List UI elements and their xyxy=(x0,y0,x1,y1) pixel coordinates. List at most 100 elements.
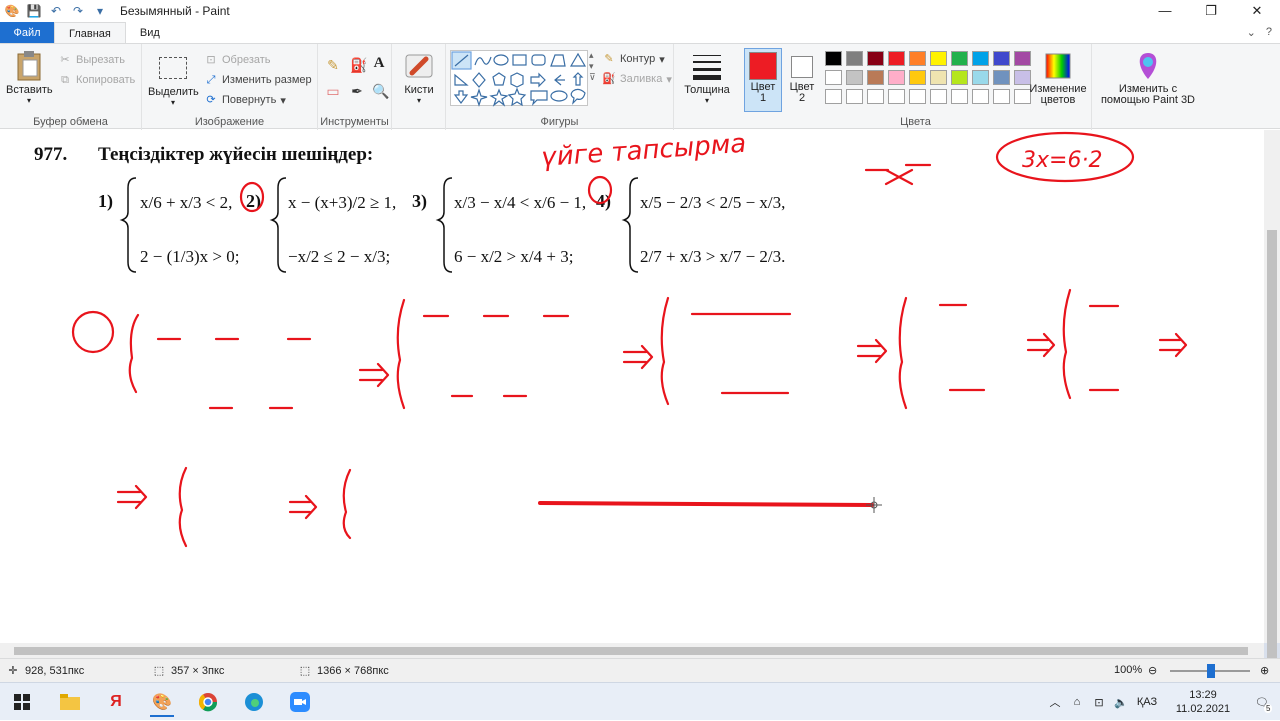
brush-icon xyxy=(403,50,435,82)
system-tray: ︿ ⌂ ⊡ 🔈 ҚАЗ 13:29 11.02.2021 🗨 5 xyxy=(1044,683,1280,721)
tab-file[interactable]: Файл xyxy=(0,22,54,44)
selection-size: ⬚ 357 × 3пкс xyxy=(152,664,225,678)
magnifier-icon[interactable]: 🔍 xyxy=(372,84,389,98)
drawing-canvas[interactable]: 977. Теңсіздіктер жүйесін шешіңдер: 1) 2… xyxy=(0,130,1264,643)
shapes-gallery-icons xyxy=(451,51,587,107)
horizontal-scrollbar[interactable] xyxy=(0,643,1264,658)
clock[interactable]: 13:29 11.02.2021 xyxy=(1162,688,1244,716)
color2-label: Цвет 2 xyxy=(789,81,815,104)
palette-swatch[interactable] xyxy=(951,51,968,66)
network-icon[interactable]: ⊡ xyxy=(1088,696,1110,709)
vertical-scroll-thumb[interactable] xyxy=(1267,230,1277,690)
volume-icon[interactable]: 🔈 xyxy=(1110,696,1132,709)
palette-swatch[interactable] xyxy=(825,89,842,104)
show-hidden-icons-icon[interactable]: ︿ xyxy=(1044,694,1066,710)
zoom-out-icon[interactable]: ⊖ xyxy=(1148,664,1157,677)
palette-swatch[interactable] xyxy=(972,70,989,85)
edge-icon[interactable] xyxy=(234,687,274,717)
palette-swatch[interactable] xyxy=(993,89,1010,104)
palette-swatch[interactable] xyxy=(993,51,1010,66)
outline-button[interactable]: ✎ Контур ▾ xyxy=(602,52,664,66)
fill-button[interactable]: ⛽ Заливка ▾ xyxy=(602,72,672,86)
palette-swatch[interactable] xyxy=(846,51,863,66)
zoom-slider-thumb[interactable] xyxy=(1207,664,1215,678)
palette-swatch[interactable] xyxy=(825,70,842,85)
select-button[interactable]: Выделить ▾ xyxy=(148,52,199,107)
palette-swatch[interactable] xyxy=(909,89,926,104)
help-icon[interactable]: ? xyxy=(1266,26,1272,39)
text-tool-icon[interactable]: A xyxy=(372,56,386,71)
quick-access-toolbar: 🎨 💾 ↶ ↷ ▾ xyxy=(0,3,108,19)
save-icon[interactable]: 💾 xyxy=(26,3,42,19)
customize-qa-icon[interactable]: ▾ xyxy=(92,3,108,19)
paste-button[interactable]: Вставить ▾ xyxy=(6,50,53,105)
edit-colors-button[interactable]: Изменение цветов xyxy=(1028,50,1088,106)
pencil-icon[interactable]: ✎ xyxy=(326,58,340,72)
palette-swatch[interactable] xyxy=(867,51,884,66)
minimize-button[interactable]: — xyxy=(1142,0,1188,22)
onedrive-icon[interactable]: ⌂ xyxy=(1066,696,1088,708)
maximize-button[interactable]: ❐ xyxy=(1188,0,1234,22)
rotate-icon: ⟳ xyxy=(206,94,216,106)
palette-swatch[interactable] xyxy=(951,70,968,85)
size-button[interactable]: Толщина ▾ xyxy=(680,50,734,105)
cursor-position-value: 928, 531пкс xyxy=(25,665,85,677)
yandex-browser-icon[interactable]: Я xyxy=(96,687,136,717)
language-indicator[interactable]: ҚАЗ xyxy=(1132,696,1162,708)
cut-label: Вырезать xyxy=(76,54,125,66)
shapes-scroll[interactable]: ▴ ▾ ⊽ xyxy=(589,50,596,83)
resize-label: Изменить размер xyxy=(222,74,312,86)
palette-swatch[interactable] xyxy=(930,89,947,104)
homework-note: үйге тапсырма xyxy=(540,130,747,173)
palette-swatch[interactable] xyxy=(867,70,884,85)
zoom-app-icon[interactable] xyxy=(280,687,320,717)
palette-swatch[interactable] xyxy=(825,51,842,66)
zoom-in-icon[interactable]: ⊕ xyxy=(1260,664,1269,677)
palette-swatch[interactable] xyxy=(993,70,1010,85)
undo-icon[interactable]: ↶ xyxy=(48,3,64,19)
color1-label: Цвет 1 xyxy=(750,81,776,104)
fill-bucket-icon[interactable]: ⛽ xyxy=(350,58,367,72)
palette-swatch[interactable] xyxy=(846,70,863,85)
palette-swatch[interactable] xyxy=(930,70,947,85)
cursor-position: ✛ 928, 531пкс xyxy=(6,664,84,678)
palette-swatch[interactable] xyxy=(846,89,863,104)
palette-swatch[interactable] xyxy=(930,51,947,66)
eraser-icon[interactable]: ▭ xyxy=(326,84,340,98)
paint3d-button[interactable]: Изменить с помощью Paint 3D xyxy=(1098,50,1198,106)
color1-button[interactable]: Цвет 1 xyxy=(744,48,782,112)
cut-button[interactable]: ✂ Вырезать xyxy=(58,53,125,67)
windows-start-icon[interactable] xyxy=(2,687,42,717)
palette-swatch[interactable] xyxy=(951,89,968,104)
notifications-icon[interactable]: 🗨 5 xyxy=(1244,696,1280,713)
close-button[interactable]: ✕ xyxy=(1234,0,1280,22)
palette-swatch[interactable] xyxy=(972,89,989,104)
ribbon-tabs: Файл Главная Вид ⌄ ? xyxy=(0,22,1280,44)
rotate-button[interactable]: ⟳ Повернуть ▾ xyxy=(204,93,285,107)
crop-button[interactable]: ⊡ Обрезать xyxy=(204,53,270,67)
color2-button[interactable]: Цвет 2 xyxy=(784,48,820,112)
palette-swatch[interactable] xyxy=(888,51,905,66)
file-explorer-icon[interactable] xyxy=(50,687,90,717)
collapse-ribbon-icon[interactable]: ⌄ xyxy=(1247,26,1256,39)
palette-swatch[interactable] xyxy=(909,70,926,85)
color-picker-icon[interactable]: ✒ xyxy=(350,84,364,98)
palette-swatch[interactable] xyxy=(888,70,905,85)
colors-group: Цвет 1 Цвет 2 Изменение цветов Цвета xyxy=(740,44,1092,130)
shapes-gallery[interactable] xyxy=(450,50,588,107)
redo-icon[interactable]: ↷ xyxy=(70,3,86,19)
copy-button[interactable]: ⧉ Копировать xyxy=(58,73,135,87)
vertical-scrollbar[interactable] xyxy=(1264,130,1280,690)
chrome-icon[interactable] xyxy=(188,687,228,717)
brushes-button[interactable]: Кисти ▾ xyxy=(398,50,440,105)
palette-swatch[interactable] xyxy=(909,51,926,66)
palette-swatch[interactable] xyxy=(972,51,989,66)
resize-button[interactable]: ⤢ Изменить размер xyxy=(204,73,312,87)
paint-taskbar-icon[interactable]: 🎨 xyxy=(142,687,182,717)
palette-swatch[interactable] xyxy=(867,89,884,104)
tab-view[interactable]: Вид xyxy=(126,22,174,44)
horizontal-scroll-thumb[interactable] xyxy=(14,647,1248,655)
outline-label: Контур xyxy=(620,53,656,65)
tab-home[interactable]: Главная xyxy=(54,22,126,44)
palette-swatch[interactable] xyxy=(888,89,905,104)
